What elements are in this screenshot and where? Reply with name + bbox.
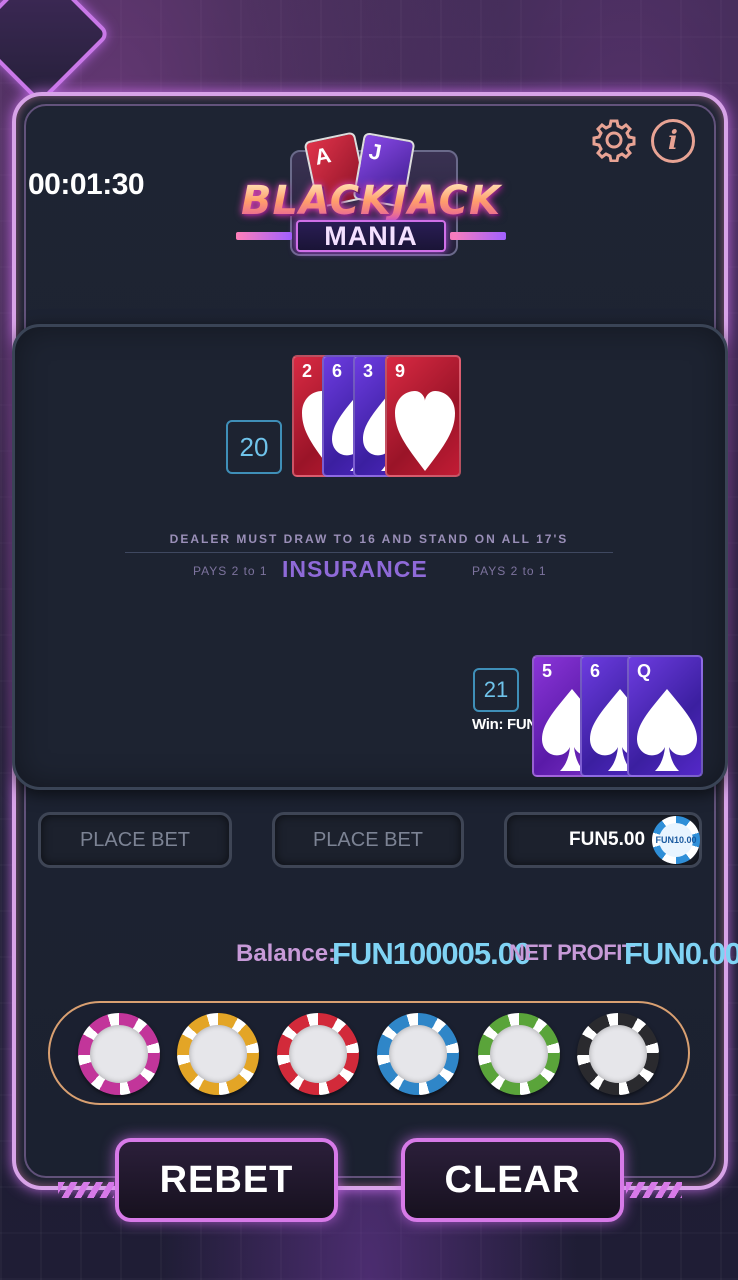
blackjack-mania-logo: A J BLACKJACK MANIA xyxy=(206,130,536,280)
decor-stripes-left xyxy=(58,1182,114,1198)
card-rank: 9 xyxy=(395,361,406,381)
player-card: Q xyxy=(627,655,703,777)
rebet-button[interactable]: REBET xyxy=(115,1138,338,1222)
insurance-pays-left: PAYS 2 to 1 xyxy=(193,564,268,578)
chip-yellow[interactable] xyxy=(177,1013,259,1095)
settings-gear-icon[interactable] xyxy=(592,118,636,162)
decor-stripes-right xyxy=(626,1182,682,1198)
chip-blue[interactable] xyxy=(377,1013,459,1095)
card-rank: 6 xyxy=(590,661,601,681)
card-rank: Q xyxy=(637,661,652,681)
info-icon[interactable]: i xyxy=(651,119,695,163)
placed-chip-label: FUN10.00 xyxy=(655,823,697,857)
balance-value: FUN100005.00 xyxy=(332,936,531,971)
card-rank: 2 xyxy=(302,361,313,381)
chip-black[interactable] xyxy=(577,1013,659,1095)
spade-icon xyxy=(637,689,697,771)
rules-divider xyxy=(125,552,613,553)
logo-bar-right xyxy=(450,232,506,240)
net-profit-value: FUN0.00 xyxy=(624,936,738,971)
balance-label: Balance: xyxy=(236,940,337,967)
bet-slot-3-amount: FUN5.00 xyxy=(569,829,646,850)
insurance-label: INSURANCE xyxy=(282,556,428,582)
clear-button[interactable]: CLEAR xyxy=(401,1138,624,1222)
logo-subtitle: MANIA xyxy=(296,220,446,252)
logo-title: BLACKJACK xyxy=(206,178,536,224)
chip-red[interactable] xyxy=(277,1013,359,1095)
card-rank: 5 xyxy=(542,661,553,681)
placed-chip-icon: FUN10.00 xyxy=(652,816,700,864)
session-timer: 00:01:30 xyxy=(28,168,145,201)
place-bet-slot-1[interactable]: PLACE BET xyxy=(38,812,232,868)
dealer-rules-text: DEALER MUST DRAW TO 16 AND STAND ON ALL … xyxy=(169,532,569,546)
chip-pink[interactable] xyxy=(78,1013,160,1095)
dealer-card: 9 xyxy=(385,355,461,477)
net-profit-label: NET PROFIT xyxy=(509,940,635,965)
insurance-pays-right: PAYS 2 to 1 xyxy=(472,564,547,578)
place-bet-slot-2[interactable]: PLACE BET xyxy=(272,812,464,868)
heart-icon xyxy=(395,391,455,471)
card-rank: 3 xyxy=(363,361,374,381)
card-rank: 6 xyxy=(332,361,343,381)
player-score: 21 xyxy=(473,668,519,712)
chip-green[interactable] xyxy=(478,1013,560,1095)
dealer-score: 20 xyxy=(226,420,282,474)
logo-bar-left xyxy=(236,232,292,240)
